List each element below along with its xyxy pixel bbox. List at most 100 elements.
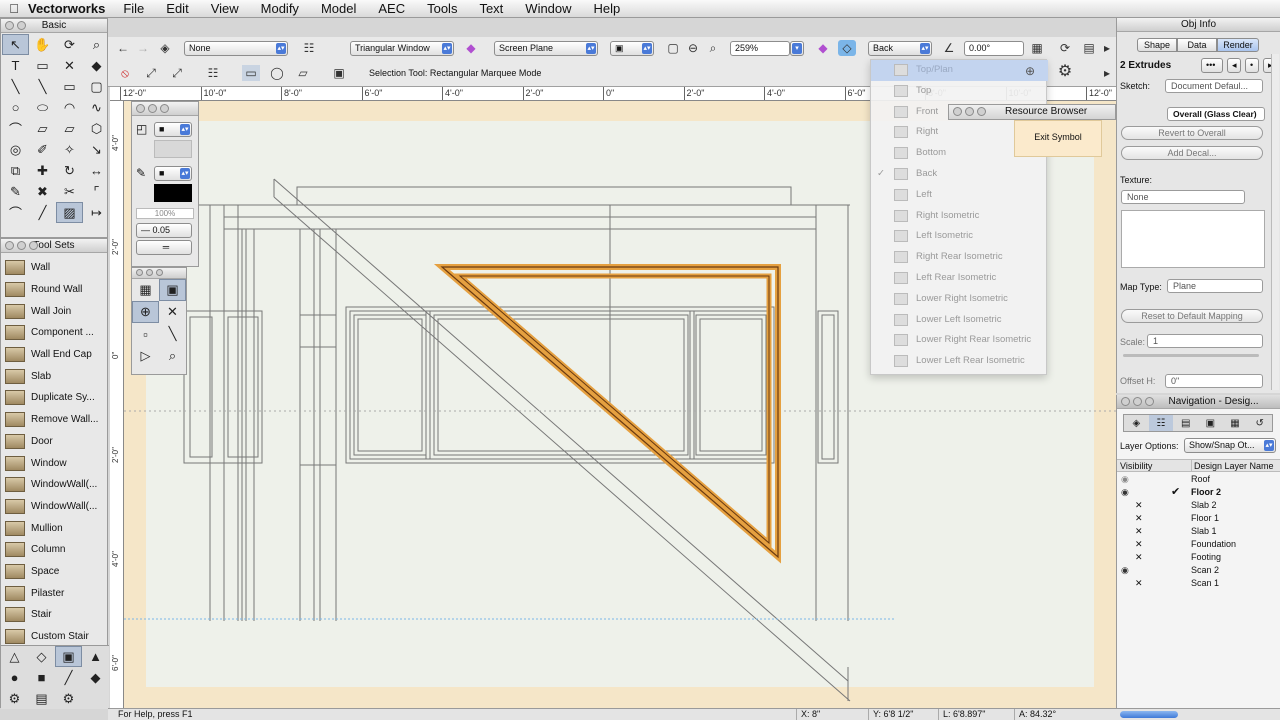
toolset-item[interactable]: Door bbox=[1, 431, 107, 453]
tab-shape[interactable]: Shape bbox=[1137, 38, 1177, 52]
rotate-tool-icon[interactable]: ↻ bbox=[56, 160, 83, 181]
flyover-tool-icon[interactable]: ⟳ bbox=[56, 34, 83, 55]
zoom-dot-icon[interactable] bbox=[29, 241, 38, 250]
layer-row[interactable]: ✕ Scan 1 bbox=[1117, 577, 1280, 590]
line-tool-icon[interactable]: ╲ bbox=[2, 76, 29, 97]
menu-modify[interactable]: Modify bbox=[261, 1, 299, 16]
close-dot-icon[interactable] bbox=[1121, 397, 1130, 406]
view-menu-item[interactable]: Lower Right Isometric bbox=[871, 289, 1048, 310]
toolset-item[interactable]: Pilaster bbox=[1, 582, 107, 604]
active-layer-icon[interactable]: ◆ bbox=[462, 40, 480, 56]
view-menu-item[interactable]: Left bbox=[871, 185, 1048, 206]
arc-tool-icon[interactable]: ◠ bbox=[56, 97, 83, 118]
tab-data[interactable]: Data bbox=[1177, 38, 1217, 52]
layer-row[interactable]: ✕ Footing bbox=[1117, 551, 1280, 564]
view-menu-item[interactable]: ✓ Back bbox=[871, 164, 1048, 185]
double-line-tool-icon[interactable]: ╲ bbox=[29, 76, 56, 97]
toolset-item[interactable]: WindowWall(... bbox=[1, 496, 107, 518]
view-menu-item[interactable]: Lower Left Isometric bbox=[871, 310, 1048, 331]
hidden-x-icon[interactable]: ✕ bbox=[1135, 525, 1143, 538]
views-tab-icon[interactable]: ▣ bbox=[1198, 415, 1223, 431]
layer-dropdown[interactable]: Triangular Window ▴▾ bbox=[350, 41, 454, 56]
hidden-x-icon[interactable]: ✕ bbox=[1135, 499, 1143, 512]
snap-tangent-icon[interactable]: ▷ bbox=[132, 345, 159, 367]
layer-row[interactable]: ◉ ✔ Floor 2 bbox=[1117, 486, 1280, 499]
angle-icon[interactable]: ∠ bbox=[940, 40, 958, 56]
menu-window[interactable]: Window bbox=[525, 1, 571, 16]
dimension-tool-icon[interactable]: ↦ bbox=[83, 202, 110, 223]
machine-toolset-icon[interactable]: ⚙ bbox=[1, 688, 28, 709]
hidden-x-icon[interactable]: ✕ bbox=[1135, 538, 1143, 551]
layers-tab-icon[interactable]: ☷ bbox=[1148, 415, 1174, 431]
spiral-tool-icon[interactable]: ◎ bbox=[2, 139, 29, 160]
close-dot-icon[interactable] bbox=[953, 107, 962, 116]
poly-marquee-icon[interactable]: ▱ bbox=[294, 65, 312, 81]
layer-row[interactable]: ◉ Roof bbox=[1117, 473, 1280, 486]
back-arrow-icon[interactable]: ← bbox=[114, 40, 132, 56]
projection-icon[interactable]: ◇ bbox=[838, 40, 856, 56]
detailing-toolset-icon[interactable]: ╱ bbox=[55, 667, 82, 688]
layer-row[interactable]: ✕ Floor 1 bbox=[1117, 512, 1280, 525]
gear-toolset-icon[interactable]: ⚙ bbox=[55, 688, 82, 709]
3d-modeling-toolset-icon[interactable]: ◆ bbox=[82, 667, 109, 688]
view-settings-icon[interactable]: ▤ bbox=[1080, 40, 1098, 56]
mirror-tool-icon[interactable]: ⧉ bbox=[2, 160, 29, 181]
symbols-tab-icon[interactable]: ↺ bbox=[1247, 415, 1272, 431]
toolset-item[interactable]: Wall bbox=[1, 257, 107, 279]
toolset-item[interactable]: Wall Join bbox=[1, 300, 107, 322]
layer-options-dropdown[interactable]: Show/Snap Ot... ▴▾ bbox=[1184, 438, 1276, 453]
scale-slider[interactable] bbox=[1123, 354, 1259, 357]
zoom-dot-icon[interactable] bbox=[160, 104, 169, 113]
minimize-dot-icon[interactable] bbox=[1133, 397, 1142, 406]
menu-help[interactable]: Help bbox=[594, 1, 621, 16]
tab-render[interactable]: Render bbox=[1217, 38, 1259, 52]
eyedropper-tool-icon[interactable]: ✐ bbox=[29, 139, 56, 160]
polygon-tool-icon[interactable]: ▱ bbox=[29, 118, 56, 139]
overall-dropdown[interactable]: Overall (Glass Clear) bbox=[1167, 107, 1265, 121]
offset-tool-icon[interactable]: ↔ bbox=[83, 160, 110, 181]
toolset-item[interactable]: Wall End Cap bbox=[1, 344, 107, 366]
eraser-tool-icon[interactable]: ▨ bbox=[56, 202, 83, 223]
toolset-item[interactable]: Space bbox=[1, 561, 107, 583]
sketch-dropdown[interactable]: Document Defaul... bbox=[1165, 79, 1263, 93]
lighting-icon[interactable]: ▦ bbox=[1028, 40, 1046, 56]
menu-edit[interactable]: Edit bbox=[166, 1, 188, 16]
offset-input[interactable]: 0" bbox=[1165, 374, 1263, 388]
horizontal-scrollbar-thumb[interactable] bbox=[1120, 711, 1178, 718]
visible-eye-icon[interactable]: ◉ bbox=[1121, 473, 1129, 486]
building-toolset-icon[interactable]: ▣ bbox=[55, 646, 82, 667]
fit-to-window-icon[interactable]: ▢ bbox=[664, 40, 682, 56]
scale-input[interactable]: 1 bbox=[1147, 334, 1263, 348]
minimize-dot-icon[interactable] bbox=[965, 107, 974, 116]
snap-distance-icon[interactable]: ▫ bbox=[132, 323, 159, 345]
wand-tool-icon[interactable]: ✧ bbox=[56, 139, 83, 160]
hidden-x-icon[interactable]: ✕ bbox=[1135, 551, 1143, 564]
revert-to-overall-button[interactable]: Revert to Overall bbox=[1121, 126, 1263, 140]
zoom-dot-icon[interactable] bbox=[156, 269, 163, 276]
render-mode-icon[interactable]: ◆ bbox=[814, 40, 832, 56]
toolset-item[interactable]: Slab bbox=[1, 365, 107, 387]
toolset-item[interactable]: Stair bbox=[1, 604, 107, 626]
resource-browser-palette[interactable]: Resource Browser bbox=[948, 104, 1116, 120]
menu-file[interactable]: File bbox=[123, 1, 144, 16]
toolbar-overflow-icon[interactable]: ▸ bbox=[1098, 40, 1116, 56]
view-menu-item[interactable]: Left Rear Isometric bbox=[871, 268, 1048, 289]
symbol-insert-tool-icon[interactable]: ◆ bbox=[83, 55, 110, 76]
zoom-input[interactable]: 259% bbox=[730, 41, 790, 56]
close-dot-icon[interactable] bbox=[136, 269, 143, 276]
line-style-dropdown[interactable]: ═ bbox=[136, 240, 192, 255]
oval-tool-icon[interactable]: ⬭ bbox=[29, 97, 56, 118]
zoom-tool-icon[interactable]: ⌕ bbox=[83, 34, 110, 55]
split-tool-icon[interactable]: ✖ bbox=[29, 181, 56, 202]
prev-object-button[interactable]: ◂ bbox=[1227, 58, 1241, 73]
preferences-icon[interactable]: ▣ bbox=[330, 65, 348, 81]
visualization-toolset-icon[interactable]: ▲ bbox=[82, 646, 109, 667]
view-menu-item[interactable]: Right Rear Isometric bbox=[871, 247, 1048, 268]
hidden-x-icon[interactable]: ✕ bbox=[1135, 577, 1143, 590]
view-menu-item[interactable]: Lower Left Rear Isometric bbox=[871, 351, 1048, 372]
zoom-dropdown-arrow[interactable]: ▾ bbox=[790, 41, 804, 56]
callout-tool-icon[interactable]: ▭ bbox=[29, 55, 56, 76]
view-menu-item[interactable]: Left Isometric bbox=[871, 226, 1048, 247]
toolset-item[interactable]: Window bbox=[1, 452, 107, 474]
hidden-x-icon[interactable]: ✕ bbox=[1135, 512, 1143, 525]
